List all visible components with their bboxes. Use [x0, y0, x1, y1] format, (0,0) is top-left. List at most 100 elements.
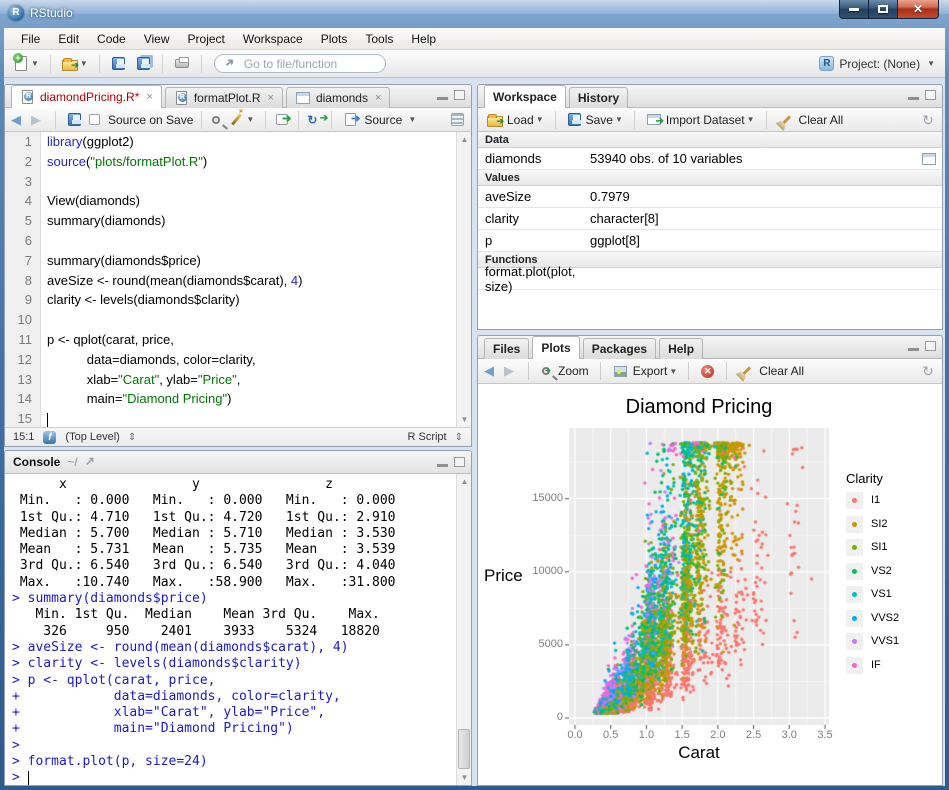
maximize-button[interactable] [869, 0, 897, 19]
pane-maximize-icon[interactable] [925, 341, 936, 351]
refresh-icon[interactable]: ↻ [920, 112, 936, 128]
refresh-icon[interactable]: ↻ [920, 363, 936, 379]
scroll-down-arrow[interactable]: ▼ [458, 413, 471, 426]
save-button[interactable] [108, 54, 129, 73]
minimize-icon [849, 8, 859, 11]
console-line: Min. 1st Qu. Median Mean 3rd Qu. Max. [5, 607, 471, 623]
menu-item-file[interactable]: File [12, 29, 49, 49]
close-button[interactable]: ✕ [897, 0, 939, 19]
project-menu-button[interactable]: R Project: (None) ▼ [819, 56, 939, 71]
line-number: 14 [5, 389, 41, 409]
scroll-up-arrow[interactable]: ▲ [458, 475, 471, 488]
workspace-row[interactable]: diamonds53940 obs. of 10 variables [478, 148, 942, 170]
pane-minimize-icon[interactable] [908, 348, 919, 351]
minimize-button[interactable] [839, 0, 869, 19]
goto-file-input[interactable]: Go to file/function [214, 54, 386, 73]
pane-minimize-icon[interactable] [437, 464, 448, 467]
load-workspace-button[interactable]: Load▼ [484, 111, 547, 129]
code-line: 12 data=diamonds, color=clarity, [5, 350, 471, 370]
tab-packages[interactable]: Packages [583, 338, 656, 359]
editor-tab-diamonds[interactable]: diamonds × [286, 87, 390, 108]
new-file-button[interactable]: ▼ [10, 54, 42, 73]
zoom-plot-button[interactable]: Zoom [537, 362, 592, 380]
export-plot-button[interactable]: Export▼ [609, 362, 681, 381]
source-on-save-checkbox[interactable] [89, 114, 100, 125]
pane-maximize-icon[interactable] [454, 457, 465, 467]
workspace-row[interactable]: pggplot[8] [478, 230, 942, 252]
tab-help[interactable]: Help [659, 338, 703, 359]
object-name: aveSize [478, 189, 590, 204]
save-workspace-button[interactable]: Save▼ [564, 110, 626, 129]
save-icon [112, 57, 125, 70]
code-editor[interactable]: 1library(ggplot2)2source("plots/formatPl… [5, 132, 471, 427]
run-line-icon[interactable] [276, 114, 288, 125]
editor-save-button[interactable] [64, 110, 85, 129]
close-tab-icon[interactable]: × [146, 91, 152, 103]
menu-item-tools[interactable]: Tools [356, 29, 402, 49]
menu-item-view[interactable]: View [135, 29, 179, 49]
menu-item-workspace[interactable]: Workspace [234, 29, 312, 49]
console-vertical-scrollbar[interactable]: ▲ ▼ [456, 474, 471, 785]
tab-workspace[interactable]: Workspace [484, 85, 566, 108]
print-button[interactable] [171, 53, 193, 74]
next-plot-icon[interactable]: ▶ [504, 363, 520, 379]
source-button[interactable]: Source ▼ [340, 110, 419, 129]
editor-vertical-scrollbar[interactable]: ▲ ▼ [456, 132, 471, 427]
import-dataset-button[interactable]: Import Dataset▼ [643, 110, 758, 129]
workspace-row[interactable]: claritycharacter[8] [478, 208, 942, 230]
editor-tab-formatplotr[interactable]: formatPlot.R× [165, 87, 283, 108]
view-data-icon[interactable] [922, 153, 936, 165]
forward-icon[interactable]: ▶ [31, 112, 47, 128]
console-line: Median : 5.700 Median : 5.710 Median : 3… [5, 526, 471, 542]
code-text: main="Diamond Pricing") [41, 389, 231, 409]
code-tools-button[interactable]: ▼ [226, 110, 257, 129]
code-text: summary(diamonds) [41, 211, 165, 231]
console-line: > format.plot(p, size=24) [5, 754, 471, 770]
pane-minimize-icon[interactable] [437, 97, 448, 100]
console-line: x y z [5, 477, 471, 493]
previous-plot-icon[interactable]: ◀ [484, 363, 500, 379]
legend-key [846, 516, 863, 533]
pane-maximize-icon[interactable] [454, 90, 465, 100]
tab-files[interactable]: Files [484, 338, 529, 359]
document-outline-icon[interactable] [451, 113, 464, 126]
scroll-down-arrow[interactable]: ▼ [458, 771, 471, 784]
console-header: Console ~/ ↗ [5, 451, 471, 474]
scroll-up-arrow[interactable]: ▲ [458, 133, 471, 146]
remove-plot-button[interactable]: ✕ [697, 362, 718, 381]
find-replace-icon[interactable] [212, 116, 220, 124]
editor-tab-label: diamonds [316, 91, 368, 105]
legend-key [846, 563, 863, 580]
menu-item-help[interactable]: Help [402, 29, 445, 49]
close-tab-icon[interactable]: × [268, 92, 274, 104]
file-type-label[interactable]: R Script [407, 431, 446, 443]
back-icon[interactable]: ◀ [11, 112, 27, 128]
clear-all-button[interactable]: Clear All [775, 111, 847, 129]
menu-item-project[interactable]: Project [179, 29, 234, 49]
clear-plots-button[interactable]: Clear All [735, 362, 807, 380]
menu-item-plots[interactable]: Plots [312, 29, 357, 49]
open-file-button[interactable]: ▼ [59, 55, 91, 73]
x-tick-label: 3.5 [803, 729, 847, 741]
workspace-row[interactable]: aveSize0.7979 [478, 186, 942, 208]
save-all-button[interactable] [133, 54, 154, 73]
legend-label: VVS1 [871, 633, 899, 650]
rerun-icon[interactable]: ↻ [307, 112, 323, 128]
console-output[interactable]: x y z Min. : 0.000 Min. : 0.000 Min. : 0… [5, 474, 471, 785]
pane-minimize-icon[interactable] [908, 97, 919, 100]
close-tab-icon[interactable]: × [375, 92, 381, 104]
open-in-window-icon[interactable]: ↗ [85, 454, 101, 470]
menu-item-edit[interactable]: Edit [49, 29, 88, 49]
magic-wand-icon [232, 114, 243, 126]
tab-plots[interactable]: Plots [532, 336, 579, 359]
title-bar[interactable]: R RStudio ✕ [0, 0, 949, 28]
workspace-row[interactable]: format.plot(plot, size) [478, 268, 942, 290]
scope-label[interactable]: (Top Level) [65, 431, 119, 443]
menu-item-code[interactable]: Code [88, 29, 135, 49]
tab-label: Help [668, 342, 694, 356]
text-cursor [28, 771, 29, 785]
pane-maximize-icon[interactable] [925, 90, 936, 100]
scrollbar-thumb[interactable] [458, 729, 470, 769]
tab-history[interactable]: History [569, 87, 628, 108]
editor-tab-diamondpricingr[interactable]: diamondPricing.R*× [11, 85, 162, 108]
